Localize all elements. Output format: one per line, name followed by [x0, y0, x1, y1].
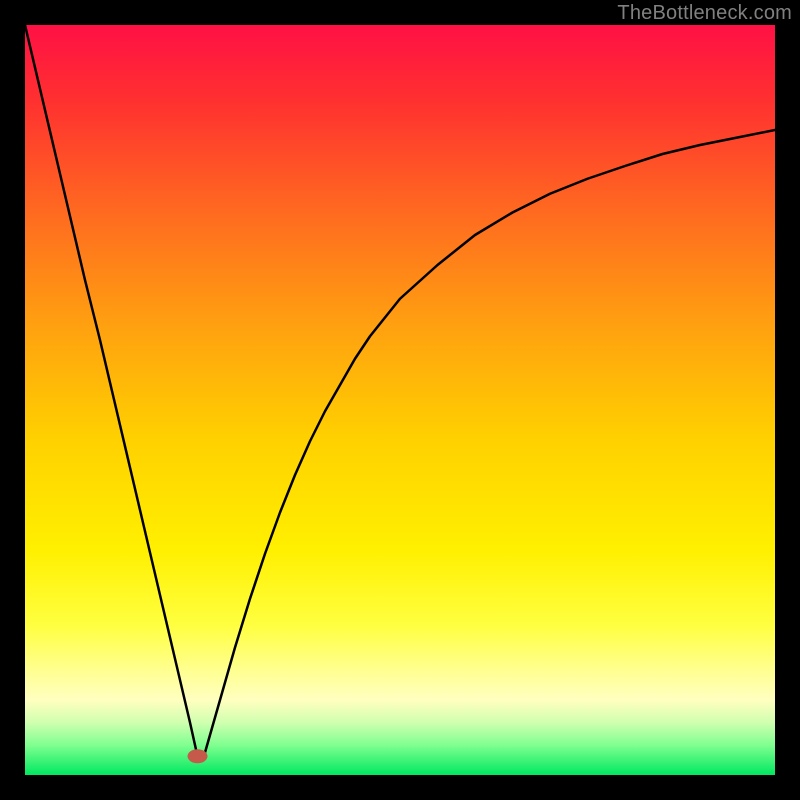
chart-svg [25, 25, 775, 775]
gradient-background [25, 25, 775, 775]
watermark-text: TheBottleneck.com [617, 2, 792, 25]
plot-area [25, 25, 775, 775]
chart-frame: TheBottleneck.com [0, 0, 800, 800]
minimum-marker [188, 749, 208, 763]
